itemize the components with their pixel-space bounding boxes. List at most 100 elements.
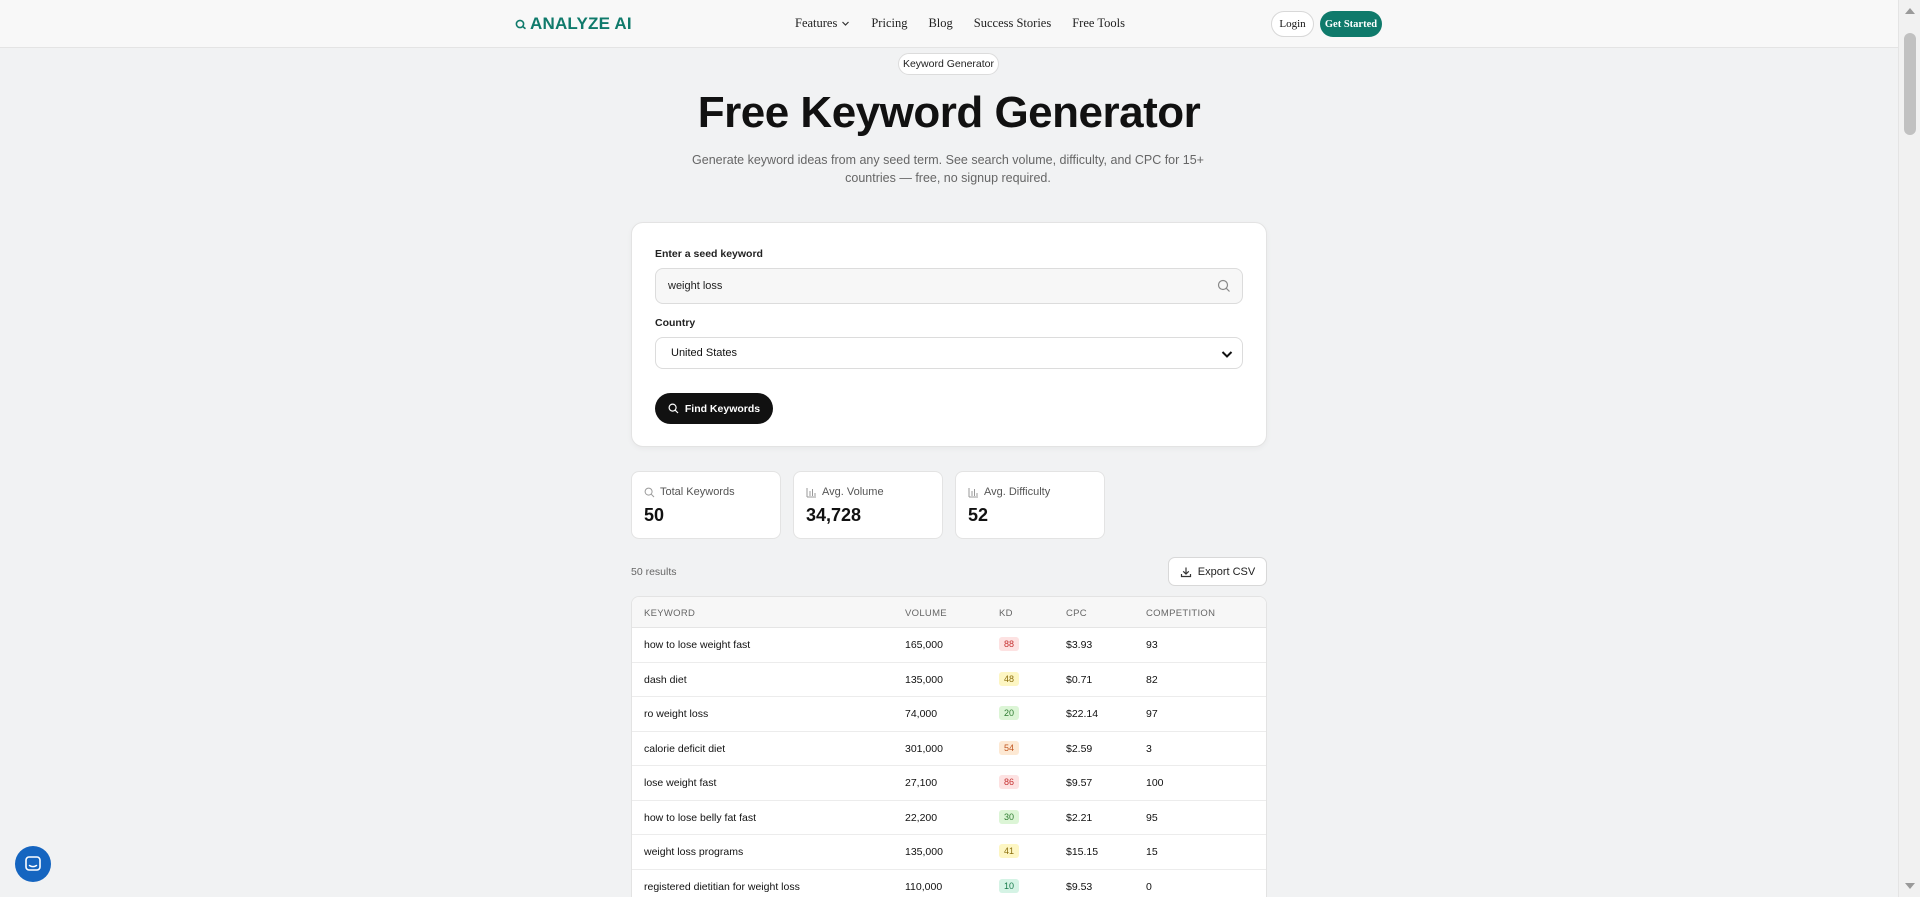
kd-badge: 86 (999, 775, 1019, 789)
cell-keyword: weight loss programs (644, 846, 744, 858)
cell-volume: 165,000 (905, 639, 943, 651)
cell-volume: 301,000 (905, 742, 943, 755)
stat-header: Total Keywords (644, 486, 735, 498)
page-subtitle: Generate keyword ideas from any seed ter… (692, 153, 1204, 185)
table-row[interactable]: lose weight fast 27,100 $9.57 100 86 (632, 766, 1266, 801)
country-select[interactable]: United States (655, 337, 1243, 369)
search-icon (1217, 279, 1230, 292)
table-row[interactable]: calorie deficit diet 301,000 $2.59 3 54 (632, 732, 1266, 766)
cell-keyword: how to lose belly fat fast (644, 811, 757, 824)
stat-avg-volume: Avg. Volume 34,728 (793, 471, 943, 539)
table-row[interactable]: dash diet 135,000 $0.71 82 48 (632, 663, 1266, 697)
cell-cpc: $2.21 (1066, 811, 1093, 824)
table-row[interactable]: registered dietitian for weight loss 110,… (632, 870, 1266, 897)
get-started-button[interactable]: Get Started (1320, 11, 1382, 37)
keyword-form-card: Enter a seed keyword Country United Stat… (631, 222, 1267, 447)
search-icon (668, 403, 679, 414)
cell-cpc: $22.14 (1066, 708, 1099, 720)
cell-keyword: ro weight loss (644, 708, 709, 720)
kd-badge: 30 (999, 809, 1019, 824)
search-icon (644, 487, 655, 497)
logo-text: ANALYZE AI (530, 14, 632, 33)
nav-link-blog[interactable]: Blog (928, 16, 952, 31)
cell-competition: 97 (1146, 708, 1158, 720)
chat-launcher-button[interactable] (15, 846, 51, 882)
stat-header: Avg. Volume (806, 486, 884, 498)
table-row[interactable]: how to lose weight fast 165,000 $3.93 93 88 (632, 628, 1266, 663)
page-title: Free Keyword Generator (697, 88, 1201, 137)
column-header-kd[interactable]: KD (999, 608, 1013, 619)
column-header-cpc[interactable]: CPC (1066, 608, 1087, 619)
table-row[interactable]: how to lose belly fat fast 22,200 $2.21 95 3… (632, 801, 1266, 835)
export-csv-button[interactable]: Export CSV (1168, 557, 1267, 586)
cell-volume: 110,000 (905, 880, 943, 893)
stat-avg-difficulty: Avg. Difficulty 52 (955, 471, 1105, 539)
cell-keyword: lose weight fast (644, 777, 717, 789)
cell-keyword: calorie deficit diet (644, 742, 726, 755)
stat-total-keywords: Total Keywords 50 (631, 471, 781, 539)
find-keywords-label: Find Keywords (684, 402, 761, 415)
nav-link-success-stories[interactable]: Success Stories (974, 16, 1051, 31)
seed-keyword-input[interactable] (656, 269, 1242, 303)
chat-icon (25, 856, 41, 871)
scroll-up-arrow-icon[interactable] (1904, 6, 1916, 16)
cell-cpc: $15.15 (1066, 846, 1099, 858)
cell-cpc: $2.59 (1066, 742, 1093, 755)
table-row[interactable]: ro weight loss 74,000 $22.14 97 20 (632, 697, 1266, 732)
stat-header: Avg. Difficulty (968, 486, 1050, 498)
nav-link-label: Free Tools (1072, 16, 1125, 30)
kd-badge: 48 (999, 671, 1019, 686)
nav-link-label: Success Stories (973, 16, 1052, 30)
cell-competition: 0 (1146, 880, 1152, 893)
cell-competition: 82 (1146, 673, 1158, 686)
cell-competition: 93 (1146, 639, 1158, 651)
bar-chart-icon (806, 487, 816, 497)
stat-label: Avg. Difficulty (984, 486, 1051, 498)
country-label: Country (655, 317, 696, 329)
chevron-down-icon (842, 21, 850, 26)
cell-competition: 95 (1146, 811, 1158, 824)
cell-volume: 135,000 (905, 846, 943, 858)
scroll-thumb[interactable] (1904, 33, 1916, 135)
kd-badge: 10 (999, 878, 1019, 893)
logo-icon (515, 19, 527, 30)
cell-keyword: how to lose weight fast (644, 639, 751, 651)
download-icon (1180, 567, 1191, 577)
cell-volume: 22,200 (905, 811, 938, 824)
cell-cpc: $3.93 (1066, 639, 1093, 651)
find-keywords-button[interactable]: Find Keywords (655, 393, 773, 424)
top-nav: ANALYZE AI Features Pricing Blog Success… (0, 0, 1898, 48)
cell-competition: 15 (1146, 846, 1158, 858)
page-scrollbar[interactable] (1898, 0, 1920, 897)
keyword-results-table: KEYWORD VOLUME KD CPC COMPETITION how to… (631, 596, 1267, 897)
scroll-down-arrow-icon[interactable] (1904, 881, 1916, 891)
nav-link-label: Features (795, 16, 838, 30)
seed-keyword-field (655, 268, 1243, 304)
cell-competition: 100 (1146, 777, 1164, 789)
nav-link-pricing[interactable]: Pricing (871, 16, 907, 31)
cell-volume: 135,000 (905, 673, 943, 686)
kd-badge: 88 (999, 637, 1019, 651)
results-count: 50 results (631, 566, 677, 578)
table-row[interactable]: weight loss programs 135,000 $15.15 15 41 (632, 835, 1266, 870)
nav-link-free-tools[interactable]: Free Tools (1072, 16, 1125, 31)
country-selected-value: United States (671, 347, 738, 359)
cell-volume: 27,100 (905, 777, 938, 789)
stat-value: 52 (968, 505, 989, 525)
cell-cpc: $0.71 (1066, 673, 1093, 686)
nav-link-label: Pricing (871, 16, 908, 30)
table-header: KEYWORD VOLUME KD CPC COMPETITION (632, 597, 1266, 628)
login-button[interactable]: Login (1271, 11, 1314, 37)
column-header-volume[interactable]: VOLUME (905, 608, 947, 619)
export-csv-label: Export CSV (1197, 565, 1256, 578)
column-header-competition[interactable]: COMPETITION (1146, 608, 1215, 619)
nav-link-label: Blog (928, 16, 953, 30)
cell-cpc: $9.53 (1066, 880, 1093, 893)
column-header-keyword[interactable]: KEYWORD (644, 608, 695, 619)
hero-badge: Keyword Generator (898, 53, 999, 75)
cell-keyword: dash diet (644, 673, 687, 686)
cell-volume: 74,000 (905, 708, 938, 720)
logo[interactable]: ANALYZE AI (515, 14, 632, 34)
stat-label: Total Keywords (660, 486, 735, 498)
nav-link-features[interactable]: Features (795, 16, 850, 31)
